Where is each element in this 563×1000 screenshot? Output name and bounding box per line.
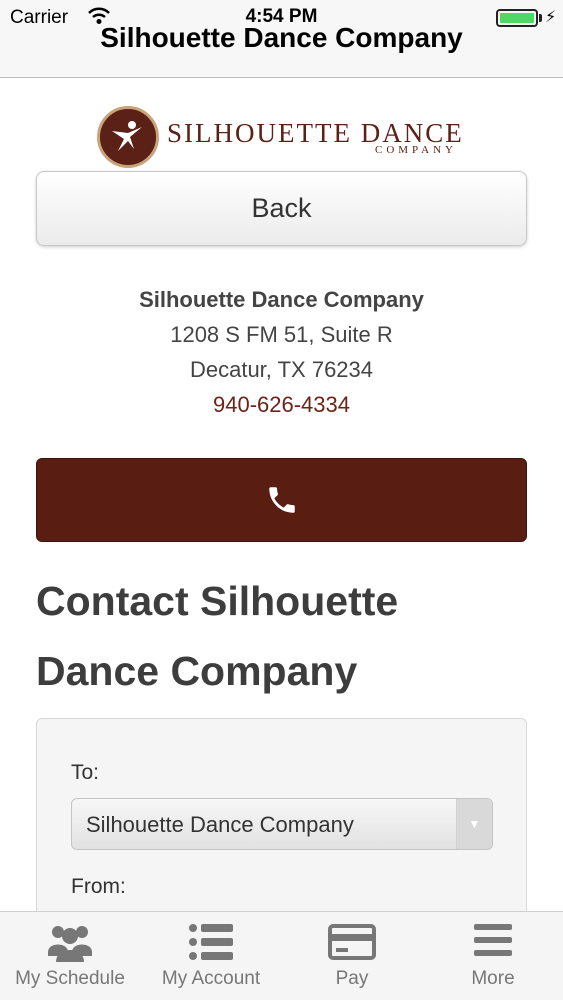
tab-pay[interactable]: Pay	[282, 912, 422, 1000]
to-label: To:	[71, 761, 100, 784]
page-title: Silhouette Dance Company	[100, 22, 463, 53]
logo-subtext: COMPANY	[375, 144, 458, 156]
tab-my-account[interactable]: My Account	[141, 912, 281, 1000]
menu-icon	[474, 924, 512, 956]
street-address: 1208 S FM 51, Suite R	[170, 322, 393, 347]
city-state-zip: Decatur, TX 76234	[189, 357, 374, 382]
tab-label: My Schedule	[15, 968, 125, 989]
tab-label: My Account	[161, 968, 261, 989]
chevron-down-icon: ▼	[456, 799, 492, 849]
battery-cap	[539, 14, 542, 22]
tab-bar: My Schedule My Account Pay More	[0, 911, 563, 1000]
to-select[interactable]: Silhouette Dance Company ▼	[71, 798, 493, 850]
credit-card-icon	[328, 924, 376, 960]
tab-label: More	[471, 968, 515, 989]
phone-link[interactable]: 940-626-4334	[0, 390, 563, 425]
back-button[interactable]: Back	[36, 171, 527, 246]
tab-more[interactable]: More	[423, 912, 563, 1000]
tab-my-schedule[interactable]: My Schedule	[0, 912, 140, 1000]
company-logo: SILHOUETTE DANCE COMPANY	[97, 106, 477, 168]
from-label: From:	[71, 875, 126, 898]
contact-heading-line2: Dance Company	[36, 648, 358, 694]
people-icon	[48, 926, 92, 962]
dancer-logo-icon	[97, 106, 159, 168]
call-button[interactable]	[36, 458, 527, 542]
address-block: Silhouette Dance Company 1208 S FM 51, S…	[0, 285, 563, 425]
top-bar: Carrier 4:54 PM ⚡ Silhouette Dance Compa…	[0, 0, 563, 78]
list-icon	[189, 924, 233, 960]
contact-heading-line1: Contact Silhouette	[36, 578, 399, 624]
to-select-value: Silhouette Dance Company	[86, 812, 354, 837]
tab-label: Pay	[335, 968, 369, 989]
contact-heading: Contact Silhouette Dance Company	[36, 566, 536, 706]
company-name: Silhouette Dance Company	[139, 287, 424, 312]
phone-icon	[268, 487, 295, 513]
